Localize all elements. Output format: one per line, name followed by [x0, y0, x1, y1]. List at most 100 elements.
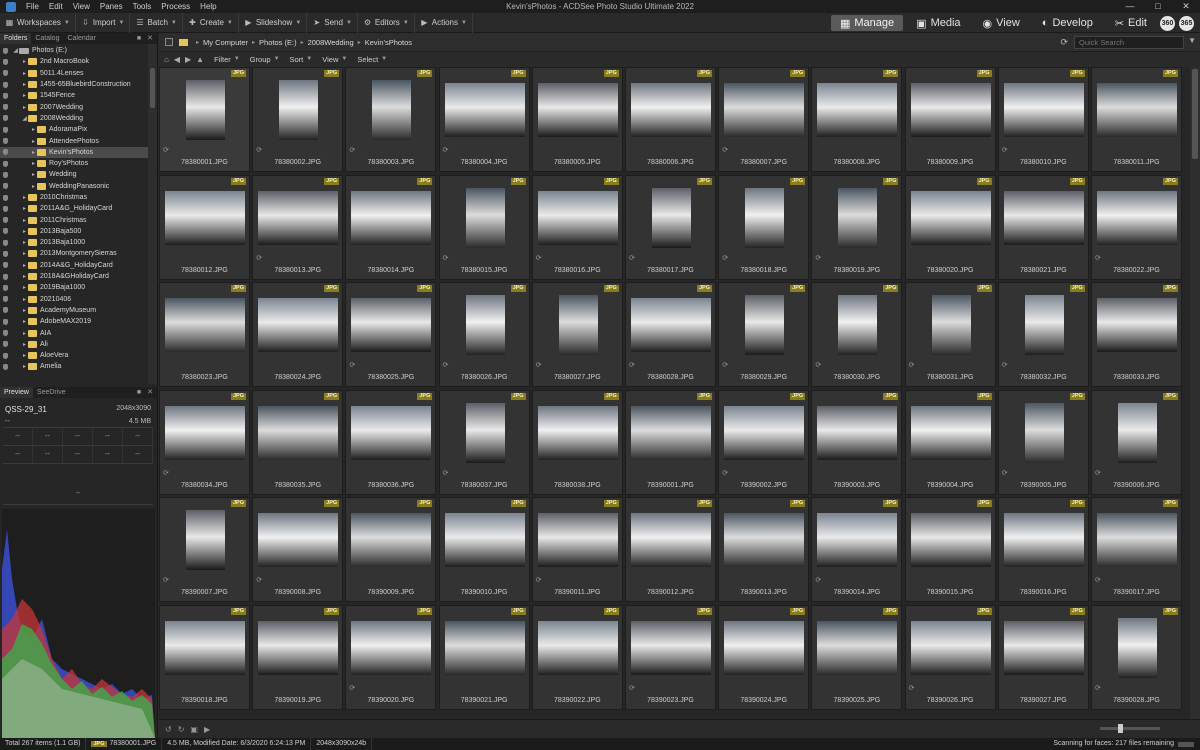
thumbnail-item[interactable]: JPG ⟳ 78380027.JPG: [531, 282, 623, 388]
select-menu[interactable]: Select ▼: [357, 55, 387, 64]
thumbnail-item[interactable]: JPG 78380023.JPG: [159, 282, 250, 388]
tree-item[interactable]: ▸ AIA: [0, 327, 157, 338]
thumbnail-item[interactable]: JPG ⟳ 78380028.JPG: [625, 282, 716, 388]
thumbnail-item[interactable]: JPG ⟳ 78380015.JPG: [438, 174, 530, 280]
filter-menu[interactable]: Filter ▼: [214, 55, 240, 64]
breadcrumb-item[interactable]: Photos (E:): [259, 38, 297, 47]
compare-icon[interactable]: ▣: [190, 725, 198, 734]
thumbnail-item[interactable]: JPG ⟳ 78390007.JPG: [159, 497, 250, 603]
menu-file[interactable]: File: [26, 2, 39, 11]
thumbnail-item[interactable]: JPG ⟳ 78380025.JPG: [345, 282, 437, 388]
expand-arrow-icon[interactable]: ▸: [21, 273, 28, 280]
tree-item[interactable]: ▸ 20210406: [0, 294, 157, 305]
thumbnail-item[interactable]: JPG 78380020.JPG: [904, 174, 996, 280]
send-button[interactable]: ➤ Send ▼: [307, 12, 358, 33]
tab-folders[interactable]: Folders: [0, 33, 32, 44]
thumbnail-item[interactable]: JPG 78390001.JPG: [625, 389, 716, 495]
expand-arrow-icon[interactable]: ▸: [21, 228, 28, 235]
tree-item[interactable]: ▸ 1455-65BluebirdConstruction: [0, 79, 157, 90]
tree-item[interactable]: ▸ AcademyMuseum: [0, 305, 157, 316]
batch-button[interactable]: ☰ Batch ▼: [130, 12, 183, 33]
thumbnail-item[interactable]: JPG 78390003.JPG: [811, 389, 903, 495]
mode-develop[interactable]: ◐ Develop: [1033, 15, 1102, 31]
breadcrumb-item[interactable]: Kevin'sPhotos: [365, 38, 412, 47]
expand-arrow-icon[interactable]: ▸: [30, 183, 37, 190]
acdsee-365-icon[interactable]: 365: [1179, 15, 1194, 31]
tree-item[interactable]: ▸ AloeVera: [0, 350, 157, 361]
thumbnail-item[interactable]: JPG ⟳ 78390026.JPG: [904, 605, 996, 710]
zoom-slider[interactable]: [1100, 724, 1160, 733]
mode-media[interactable]: ▣ Media: [907, 15, 969, 31]
thumbnail-item[interactable]: JPG 78390021.JPG: [438, 605, 530, 710]
quick-search-input[interactable]: [1074, 36, 1184, 49]
create-button[interactable]: ✚ Create ▼: [183, 12, 239, 33]
thumbnail-item[interactable]: JPG ⟳ 78390017.JPG: [1091, 497, 1182, 603]
rotate-right-icon[interactable]: ↻: [178, 725, 185, 734]
pin-icon[interactable]: ■: [137, 33, 141, 44]
thumbnail-item[interactable]: JPG ⟳ 78390028.JPG: [1091, 605, 1182, 710]
up-icon[interactable]: ▲: [196, 55, 204, 64]
tree-item[interactable]: ▸ 2011A&G_HolidayCard: [0, 203, 157, 214]
thumbnail-item[interactable]: JPG ⟳ 78380004.JPG: [438, 67, 530, 172]
actions-button[interactable]: ▶ Actions ▼: [415, 12, 473, 33]
tab-seedrive[interactable]: SeeDrive: [33, 387, 70, 398]
breadcrumb-item[interactable]: 2008Wedding: [308, 38, 354, 47]
expand-arrow-icon[interactable]: ◢: [21, 115, 28, 122]
thumbnail-item[interactable]: JPG 78390004.JPG: [904, 389, 996, 495]
expand-arrow-icon[interactable]: ◢: [12, 47, 19, 54]
thumbnail-item[interactable]: JPG ⟳ 78390023.JPG: [625, 605, 716, 710]
group-menu[interactable]: Group ▼: [250, 55, 280, 64]
tab-calendar[interactable]: Calendar: [63, 33, 99, 44]
maximize-icon[interactable]: □: [1144, 0, 1172, 13]
expand-arrow-icon[interactable]: ▸: [21, 363, 28, 370]
expand-arrow-icon[interactable]: ▸: [30, 149, 37, 156]
search-dropdown-icon[interactable]: ▼: [1188, 36, 1196, 45]
expand-arrow-icon[interactable]: ▸: [21, 318, 28, 325]
editors-button[interactable]: ⚙ Editors ▼: [358, 12, 415, 33]
tree-item[interactable]: ▸ Ali: [0, 339, 157, 350]
refresh-icon[interactable]: ⟳: [1060, 37, 1068, 48]
tree-item[interactable]: ▸ Roy'sPhotos: [0, 158, 157, 169]
tree-item[interactable]: ◢ 2008Wedding: [0, 113, 157, 124]
thumbnail-item[interactable]: JPG 78380011.JPG: [1091, 67, 1182, 172]
expand-arrow-icon[interactable]: ▸: [21, 81, 28, 88]
thumbnail-item[interactable]: JPG ⟳ 78390020.JPG: [345, 605, 437, 710]
home-icon[interactable]: ⌂: [164, 55, 169, 64]
thumbnail-item[interactable]: JPG ⟳ 78380016.JPG: [531, 174, 623, 280]
app-icon[interactable]: [6, 1, 16, 12]
tree-item[interactable]: ▸ AdobeMAX2019: [0, 316, 157, 327]
expand-arrow-icon[interactable]: ▸: [21, 239, 28, 246]
thumbnail-item[interactable]: JPG ⟳ 78380029.JPG: [718, 282, 810, 388]
thumbnail-item[interactable]: JPG ⟳ 78380003.JPG: [345, 67, 437, 172]
thumbnail-item[interactable]: JPG 78390010.JPG: [438, 497, 530, 603]
preview-close-icon[interactable]: ✕: [147, 387, 153, 398]
thumbnail-item[interactable]: JPG 78380035.JPG: [252, 389, 344, 495]
thumbnail-item[interactable]: JPG 78390013.JPG: [718, 497, 810, 603]
tree-item[interactable]: ▸ Amelia: [0, 361, 157, 372]
thumbnail-item[interactable]: JPG ⟳ 78380037.JPG: [438, 389, 530, 495]
tree-item[interactable]: ▸ 2014A&G_HolidayCard: [0, 260, 157, 271]
tree-item[interactable]: ▸ AttendeePhotos: [0, 135, 157, 146]
expand-arrow-icon[interactable]: ▸: [21, 352, 28, 359]
thumbnail-item[interactable]: JPG ⟳ 78380032.JPG: [997, 282, 1089, 388]
expand-arrow-icon[interactable]: ▸: [21, 58, 28, 65]
mode-edit[interactable]: ✂ Edit: [1106, 15, 1156, 31]
thumbnail-item[interactable]: JPG 78390024.JPG: [718, 605, 810, 710]
mode-view[interactable]: ◉ View: [974, 15, 1029, 31]
menu-panes[interactable]: Panes: [100, 2, 123, 11]
expand-arrow-icon[interactable]: ▸: [30, 171, 37, 178]
thumbnail-item[interactable]: JPG 78380014.JPG: [345, 174, 437, 280]
tree-item[interactable]: ▸ 2018A&GHolidayCard: [0, 271, 157, 282]
thumbnail-item[interactable]: JPG ⟳ 78380030.JPG: [811, 282, 903, 388]
minimize-icon[interactable]: —: [1116, 0, 1144, 13]
thumbnail-item[interactable]: JPG 78380038.JPG: [531, 389, 623, 495]
expand-arrow-icon[interactable]: ▸: [30, 160, 37, 167]
expand-arrow-icon[interactable]: ▸: [21, 92, 28, 99]
rotate-left-icon[interactable]: ↺: [165, 725, 172, 734]
thumbnail-item[interactable]: JPG 78380012.JPG: [159, 174, 250, 280]
sort-menu[interactable]: Sort ▼: [290, 55, 313, 64]
tree-item[interactable]: ▸ 1545Fence: [0, 90, 157, 101]
expand-arrow-icon[interactable]: ▸: [21, 205, 28, 212]
breadcrumb-item[interactable]: My Computer: [203, 38, 248, 47]
slideshow-play-icon[interactable]: ▶: [204, 725, 210, 734]
